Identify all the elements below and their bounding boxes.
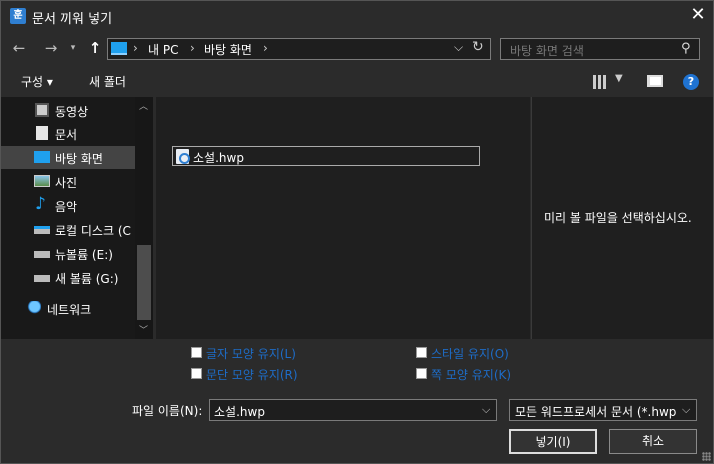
sidebar-item-videos[interactable]: 동영상: [1, 99, 135, 122]
hwp-file-icon: [176, 149, 190, 164]
keep-style-checkbox[interactable]: [416, 347, 427, 358]
network-icon: [25, 301, 41, 315]
forward-arrow-icon[interactable]: →: [41, 38, 61, 58]
search-box[interactable]: 바탕 화면 검색 ⚲: [500, 38, 700, 60]
sidebar-item-local-disk[interactable]: 로컬 디스크 (C: [1, 218, 135, 241]
preview-pane: 미리 볼 파일을 선택하십시오.: [531, 97, 713, 339]
sidebar-item-label: 음악: [55, 200, 78, 214]
list-item[interactable]: 소설.hwp: [172, 146, 480, 166]
command-bar: 구성 ▾ 새 폴더 ▼ ?: [1, 67, 713, 95]
preview-message: 미리 볼 파일을 선택하십시오.: [544, 211, 692, 225]
sidebar-item-desktop[interactable]: 바탕 화면: [1, 146, 135, 169]
chevron-right-icon[interactable]: ›: [133, 41, 138, 55]
file-name: 소설.hwp: [193, 151, 244, 165]
insert-document-dialog: 훈 문서 끼워 넣기 ✕ ← → ▾ ↑ › 내 PC › 바탕 화면 › ⌵ …: [0, 0, 714, 464]
sidebar-item-label: 문서: [55, 128, 78, 142]
keep-style-label[interactable]: 스타일 유지(O): [431, 345, 509, 362]
breadcrumb-this-pc[interactable]: 내 PC: [148, 41, 178, 58]
pictures-icon: [34, 175, 50, 187]
up-arrow-icon[interactable]: ↑: [85, 38, 105, 58]
insert-button[interactable]: 넣기(I): [509, 429, 597, 454]
scroll-down-icon[interactable]: ﹀: [139, 323, 148, 336]
filename-field[interactable]: 소설.hwp ⌵: [209, 399, 497, 421]
filename-value[interactable]: 소설.hwp: [214, 403, 265, 420]
drive-icon: [34, 251, 50, 258]
this-pc-icon: [111, 42, 127, 55]
sidebar-item-label: 네트워크: [47, 303, 92, 317]
local-disk-icon: [34, 226, 50, 234]
file-list: 소설.hwp: [156, 97, 530, 339]
sidebar-item-network[interactable]: 네트워크: [1, 297, 135, 320]
scroll-up-icon[interactable]: ︿: [139, 99, 148, 112]
close-icon[interactable]: ✕: [687, 4, 709, 26]
document-icon: [36, 126, 48, 140]
filetype-value[interactable]: 모든 워드프로세서 문서 (*.hwp: [515, 403, 677, 420]
keep-page-label[interactable]: 쪽 모양 유지(K): [431, 366, 511, 383]
refresh-icon[interactable]: ↻: [472, 39, 484, 55]
sidebar-item-label: 사진: [55, 176, 78, 190]
chevron-right-icon[interactable]: ›: [263, 41, 268, 55]
chevron-down-icon[interactable]: ▼: [615, 73, 623, 84]
chevron-down-icon[interactable]: ⌵: [482, 403, 490, 417]
hwp-app-icon: 훈: [10, 8, 26, 24]
window-title: 문서 끼워 넣기: [32, 12, 113, 27]
keep-char-checkbox[interactable]: [191, 347, 202, 358]
filetype-select[interactable]: 모든 워드프로세서 문서 (*.hwp ⌵: [509, 399, 697, 421]
sidebar-item-label: 동영상: [55, 105, 89, 119]
drive-icon: [34, 275, 50, 282]
keep-para-label[interactable]: 문단 모양 유지(R): [206, 366, 298, 383]
scrollbar-thumb[interactable]: [137, 245, 151, 320]
dialog-footer: 글자 모양 유지(L) 스타일 유지(O) 문단 모양 유지(R) 쪽 모양 유…: [1, 339, 713, 463]
filename-label: 파일 이름(N):: [132, 404, 203, 418]
sidebar-item-label: 새 볼륨 (G:): [55, 272, 119, 286]
address-bar[interactable]: › 내 PC › 바탕 화면 › ⌵ ↻: [107, 38, 491, 60]
keep-page-checkbox[interactable]: [416, 368, 427, 379]
search-input[interactable]: 바탕 화면 검색: [510, 42, 584, 59]
resize-grip-icon[interactable]: [702, 452, 711, 461]
preview-pane-icon[interactable]: [647, 75, 663, 87]
sidebar-item-volume-e[interactable]: 뉴볼륨 (E:): [1, 242, 135, 265]
sidebar-item-volume-g[interactable]: 새 볼륨 (G:): [1, 266, 135, 289]
sidebar-item-documents[interactable]: 문서: [1, 122, 135, 145]
new-folder-button[interactable]: 새 폴더: [89, 73, 126, 90]
chevron-down-icon[interactable]: ⌵: [682, 403, 690, 417]
cancel-button[interactable]: 취소: [609, 429, 697, 454]
sidebar-item-pictures[interactable]: 사진: [1, 170, 135, 193]
video-icon: [35, 103, 49, 117]
keep-para-checkbox[interactable]: [191, 368, 202, 379]
help-icon[interactable]: ?: [683, 74, 699, 90]
sidebar-item-music[interactable]: ♪ 음악: [1, 194, 135, 217]
title-bar: 훈 문서 끼워 넣기 ✕: [1, 1, 713, 31]
back-arrow-icon[interactable]: ←: [9, 38, 29, 58]
navigation-pane: 동영상 문서 바탕 화면 사진 ♪ 음악 로컬 디스크 (C 뉴볼륨 (E:): [1, 97, 153, 339]
music-icon: ♪: [35, 194, 46, 214]
sidebar-item-label: 뉴볼륨 (E:): [55, 248, 113, 262]
navigation-pane-scrollbar[interactable]: ︿ ﹀: [135, 97, 153, 339]
organize-button[interactable]: 구성 ▾: [21, 73, 53, 90]
desktop-icon: [34, 151, 50, 163]
chevron-right-icon[interactable]: ›: [190, 41, 195, 55]
breadcrumb-desktop[interactable]: 바탕 화면: [204, 41, 252, 58]
search-icon[interactable]: ⚲: [681, 41, 691, 56]
sidebar-item-label: 로컬 디스크 (C: [55, 224, 131, 238]
keep-char-label[interactable]: 글자 모양 유지(L): [206, 345, 296, 362]
sidebar-item-label: 바탕 화면: [55, 152, 103, 166]
chevron-down-icon[interactable]: ⌵: [454, 40, 463, 55]
recent-locations-chevron-icon[interactable]: ▾: [66, 38, 80, 58]
view-options-icon[interactable]: [593, 75, 607, 89]
